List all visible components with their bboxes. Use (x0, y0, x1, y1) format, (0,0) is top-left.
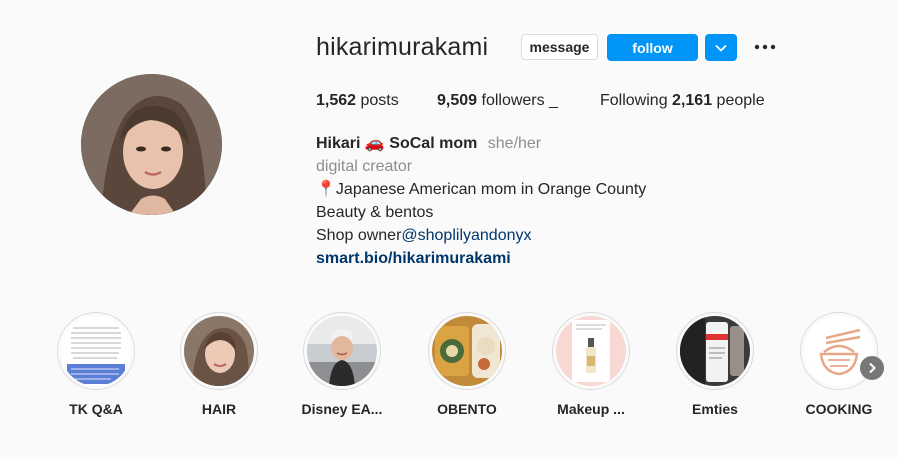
message-button[interactable]: message (521, 34, 598, 60)
bio-line-shop: Shop owner@shoplilyandonyx (316, 225, 796, 248)
profile-bio: Hikari 🚗 SoCal mom she/her digital creat… (316, 133, 796, 271)
car-emoji: 🚗 (364, 135, 385, 152)
highlight-label: Disney EA... (301, 401, 383, 417)
highlight-makeup[interactable]: Makeup ... (541, 312, 641, 417)
highlight-label: Makeup ... (557, 401, 625, 417)
highlight-ring (428, 312, 506, 390)
profile-photo (81, 74, 222, 215)
posts-stat: 1,562 posts (316, 92, 399, 110)
following-stat[interactable]: Following 2,161 people (600, 92, 765, 110)
more-horizontal-icon (754, 44, 776, 50)
highlight-hair[interactable]: HAIR (169, 312, 269, 417)
highlight-label: HAIR (201, 401, 237, 417)
followers-label: followers _ (481, 92, 558, 109)
bio-shop-prefix: Shop owner (316, 227, 402, 244)
highlight-disney[interactable]: Disney EA... (292, 312, 392, 417)
bio-name-line: Hikari 🚗 SoCal mom she/her (316, 133, 796, 156)
highlights-next-button[interactable] (860, 356, 884, 380)
followers-stat[interactable]: 9,509 followers _ (437, 92, 558, 110)
highlight-label: COOKING (805, 401, 873, 417)
pin-icon: 📍 (316, 181, 336, 198)
chevron-down-icon (715, 44, 727, 52)
highlight-ring (303, 312, 381, 390)
highlight-label: Emties (692, 401, 738, 417)
highlight-ring (676, 312, 754, 390)
followers-count: 9,509 (437, 92, 478, 109)
profile-category: digital creator (316, 158, 413, 175)
highlight-cover (556, 316, 626, 386)
highlight-empties[interactable]: Emties (665, 312, 765, 417)
highlight-ring (57, 312, 135, 390)
highlight-tk-qa[interactable]: TK Q&A (46, 312, 146, 417)
highlight-label: OBENTO (437, 401, 497, 417)
options-button[interactable] (752, 36, 778, 58)
following-count: 2,161 (672, 92, 713, 109)
highlight-label: TK Q&A (69, 401, 123, 417)
highlight-cover (184, 316, 254, 386)
follow-button[interactable]: follow (607, 34, 698, 61)
posts-label: posts (360, 92, 399, 109)
pronouns: she/her (487, 135, 542, 152)
bio-line-location: 📍Japanese American mom in Orange County (316, 179, 796, 202)
highlight-cover (61, 316, 131, 386)
bio-location-text: Japanese American mom in Orange County (335, 181, 647, 198)
highlight-cover (307, 316, 377, 386)
highlight-cover (680, 316, 750, 386)
full-name-first: Hikari (316, 135, 361, 152)
bio-mention-link[interactable]: @shoplilyandonyx (401, 227, 531, 244)
posts-count: 1,562 (316, 92, 357, 109)
profile-username: hikarimurakami (316, 33, 489, 61)
suggested-accounts-button[interactable] (705, 34, 737, 61)
highlight-ring (552, 312, 630, 390)
highlight-obento[interactable]: OBENTO (417, 312, 517, 417)
following-prefix: Following (600, 92, 668, 109)
profile-avatar[interactable] (81, 74, 222, 215)
bio-external-link[interactable]: smart.bio/hikarimurakami (316, 248, 796, 271)
highlight-ring (180, 312, 258, 390)
chevron-right-icon (869, 362, 876, 374)
full-name-rest: SoCal mom (389, 135, 478, 152)
bio-line-interests: Beauty & bentos (316, 204, 434, 221)
following-suffix: people (716, 92, 765, 109)
highlight-cover (432, 316, 502, 386)
